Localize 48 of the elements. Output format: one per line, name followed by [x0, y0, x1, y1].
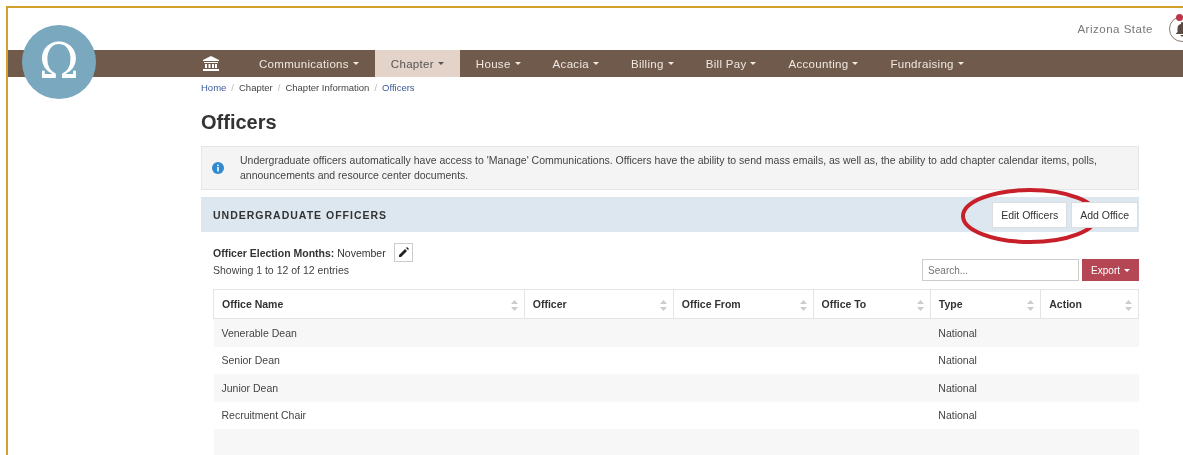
nav-menu-item[interactable]: House — [459, 50, 537, 77]
table-cell: National — [938, 326, 977, 339]
info-icon — [212, 162, 224, 174]
table-cell: National — [938, 409, 977, 422]
breadcrumb-separator: / — [277, 82, 281, 93]
breadcrumb-link[interactable]: Officers — [382, 82, 415, 93]
table-cell: National — [938, 354, 977, 367]
sort-icon — [659, 300, 667, 311]
sort-icon — [1027, 300, 1035, 311]
table-cell: National — [938, 381, 977, 394]
breadcrumb-separator: / — [231, 82, 234, 93]
table-cell: Venerable Dean — [221, 326, 297, 339]
school-name[interactable]: Arizona State — [1077, 23, 1153, 35]
sort-icon — [1125, 300, 1132, 311]
nav-menu-item[interactable]: Accounting — [772, 50, 875, 77]
breadcrumb-separator: / — [374, 82, 378, 93]
breadcrumb-item[interactable]: Chapter Information — [285, 82, 370, 93]
sort-icon — [510, 300, 518, 311]
column-header[interactable]: Type — [930, 289, 1041, 319]
table-cell: Recruitment Chair — [221, 409, 307, 422]
export-button[interactable]: Export — [1082, 259, 1139, 281]
edit-pencil-icon[interactable] — [393, 243, 413, 262]
column-header[interactable]: Office To — [813, 289, 931, 319]
panel-title: UNDERGRADUATE OFFICERS — [213, 208, 388, 221]
column-header[interactable]: Officer — [524, 289, 674, 319]
page-title: Officers — [201, 111, 278, 134]
table-cell: Junior Dean — [221, 381, 279, 394]
nav-menu-item[interactable]: Billing — [614, 50, 690, 77]
nav-menu-item[interactable]: Chapter — [374, 50, 460, 77]
column-header[interactable]: Office From — [673, 289, 814, 319]
breadcrumb-link[interactable]: Home — [201, 82, 227, 93]
sort-icon — [916, 300, 924, 311]
info-text: Undergraduate officers automatically have access to 'Manage' Communications. Officers have the ability to send mass emails, as well as, the ability to add chapter calendar items, polls, announcements and resource center documents. — [240, 153, 1098, 183]
nav-menu-item[interactable]: Acacia — [536, 50, 615, 77]
panel-button[interactable]: Edit Officers — [992, 201, 1068, 228]
bank-icon[interactable] — [203, 56, 219, 71]
panel-button[interactable]: Add Office — [1071, 201, 1138, 228]
sort-icon — [799, 300, 807, 311]
table-cell: Senior Dean — [221, 354, 280, 367]
entries-count: Showing 1 to 12 of 12 entries — [213, 264, 349, 276]
column-header[interactable]: Action — [1040, 289, 1139, 319]
search-field[interactable]: Search... — [922, 259, 1080, 281]
nav-menu-item[interactable]: Bill Pay — [689, 50, 773, 77]
column-header[interactable]: Office Name — [213, 289, 525, 319]
breadcrumb-item[interactable]: Chapter — [239, 82, 273, 93]
nav-menu-item[interactable]: Communications — [243, 50, 375, 77]
nav-menu-item[interactable]: Fundraising — [874, 50, 980, 77]
election-months-text: Officer Election Months: November — [213, 246, 386, 259]
